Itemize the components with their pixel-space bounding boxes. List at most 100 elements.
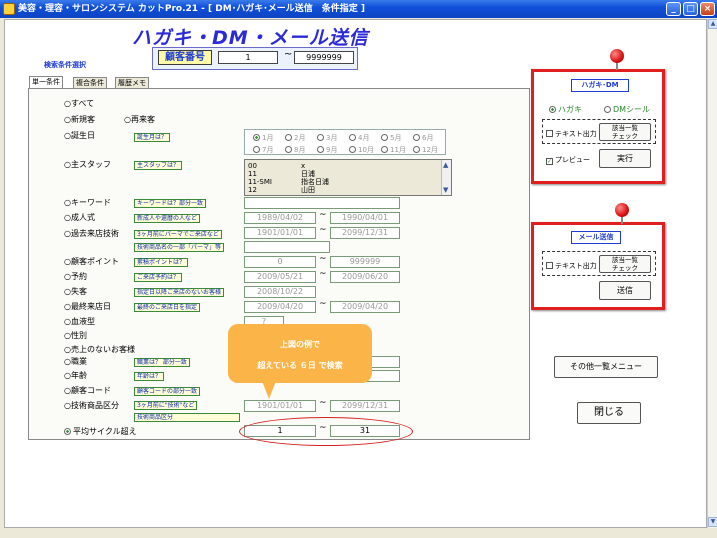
radio-staff[interactable]: ○主スタッフ <box>64 160 111 170</box>
list-item[interactable]: 指名日浦 <box>301 178 329 186</box>
adult-from-input[interactable]: 1989/04/02 <box>244 212 316 224</box>
staff-list[interactable]: 00 x 11 日浦 11-SMI 指名日浦 12 山田 <box>244 159 452 196</box>
other-menu-button[interactable]: その他一覧メニュー <box>554 356 658 378</box>
keyword-tag: キーワードは？部分一致 <box>134 199 207 208</box>
radio-code[interactable]: ○顧客コード <box>64 386 111 396</box>
radio-blood[interactable]: ○血液型 <box>64 317 95 327</box>
opt-postcard[interactable]: ハガキ <box>549 104 582 115</box>
radio-adult[interactable]: ○成人式 <box>64 213 95 223</box>
vertical-scrollbar[interactable]: ▲ ▼ <box>707 19 717 528</box>
reserve-tilde: ~ <box>319 269 327 279</box>
radio-no-sales[interactable]: ○売上のないお客様 <box>64 345 135 355</box>
month-selector[interactable]: 1月 2月 3月 4月 5月 6月 7月 8月 9月 10月 11月 12月 <box>244 129 446 155</box>
run-button[interactable]: 実行 <box>599 149 651 168</box>
postcard-text-output[interactable]: テキスト出力 <box>546 129 597 139</box>
highlight-ellipse <box>239 417 413 446</box>
send-button[interactable]: 送信 <box>599 281 651 300</box>
maximize-button[interactable]: □ <box>683 2 698 16</box>
tech-cat-to-input[interactable]: 2099/12/31 <box>330 400 400 412</box>
radio-points[interactable]: ○顧客ポイント <box>64 257 119 267</box>
points-to-input[interactable]: 999999 <box>330 256 400 268</box>
mail-check-button[interactable]: 該当一覧 チェック <box>599 255 651 273</box>
radio-job[interactable]: ○職業 <box>64 357 87 367</box>
tech-name-tag: 技術商品名の一部「パーマ」等 <box>134 243 225 252</box>
radio-past-tech[interactable]: ○過去来店技術 <box>64 229 119 239</box>
postcard-check-button[interactable]: 該当一覧 チェック <box>599 123 651 141</box>
scroll-up-icon[interactable]: ▲ <box>708 19 717 29</box>
title-bar: 美容・理容・サロンシステム カットPro.21 - [ DM･ハガキ･メール送信… <box>0 0 717 18</box>
cycle-label: 平均サイクル超え <box>73 427 137 436</box>
radio-reserve[interactable]: ○予約 <box>64 272 87 282</box>
scroll-up-icon[interactable]: ▲ <box>443 161 448 169</box>
scroll-down-icon[interactable]: ▼ <box>443 186 448 194</box>
postcard-preview[interactable]: ✓ プレビュー <box>546 155 590 165</box>
month-8[interactable]: 8月 <box>285 145 305 155</box>
last-from-input[interactable]: 2009/04/20 <box>244 301 316 313</box>
cycle-radio-icon[interactable] <box>64 428 71 435</box>
month-2[interactable]: 2月 <box>285 133 305 143</box>
list-item[interactable]: 00 <box>248 162 257 170</box>
list-item[interactable]: x <box>301 162 305 170</box>
radio-all[interactable]: ○すべて <box>64 99 94 109</box>
reserve-tag: ご来店予約は？ <box>134 273 183 282</box>
radio-age[interactable]: ○年齢 <box>64 371 87 381</box>
opt-dm-sticker[interactable]: DMシール <box>604 104 650 115</box>
status-bar <box>0 528 717 538</box>
tech-cat-from-input[interactable]: 1901/01/01 <box>244 400 316 412</box>
customer-from-input[interactable]: 1 <box>218 51 278 64</box>
month-5[interactable]: 5月 <box>381 133 401 143</box>
mail-title: メール送信 <box>571 231 621 244</box>
last-visit-tag: 最終のご来店日を指定 <box>134 303 201 312</box>
radio-repeat[interactable]: ○再来客 <box>124 115 155 125</box>
radio-tech-cat[interactable]: ○技術商品区分 <box>64 401 119 411</box>
month-9[interactable]: 9月 <box>317 145 337 155</box>
scroll-down-icon[interactable]: ▼ <box>708 517 717 527</box>
past-from-input[interactable]: 1901/01/01 <box>244 227 316 239</box>
reserve-to-input[interactable]: 2009/06/20 <box>330 271 400 283</box>
radio-lost[interactable]: ○失客 <box>64 287 87 297</box>
points-from-input[interactable]: 0 <box>244 256 316 268</box>
close-button[interactable]: 閉じる <box>577 402 641 424</box>
staff-tag: 主スタッフは？ <box>134 161 183 170</box>
month-10[interactable]: 10月 <box>349 145 374 155</box>
age-tag: 年齢は？ <box>134 372 165 381</box>
radio-gender[interactable]: ○性別 <box>64 331 87 341</box>
reserve-from-input[interactable]: 2009/05/21 <box>244 271 316 283</box>
adult-tag: 新成人や還暦の人など <box>134 214 201 223</box>
keyword-input[interactable] <box>244 197 400 209</box>
month-7[interactable]: 7月 <box>253 145 273 155</box>
lost-date-input[interactable]: 2008/10/22 <box>244 286 316 298</box>
tech-cat-tilde: ~ <box>319 398 327 408</box>
lost-tag: 指定日以降ご来店のないお客様 <box>134 288 225 297</box>
month-1[interactable]: 1月 <box>253 133 273 143</box>
radio-cycle[interactable]: 平均サイクル超え <box>64 427 137 437</box>
month-3[interactable]: 3月 <box>317 133 337 143</box>
list-item[interactable]: 12 <box>248 186 257 194</box>
close-window-button[interactable]: × <box>700 2 715 16</box>
month-11[interactable]: 11月 <box>381 145 406 155</box>
list-item[interactable]: 11 <box>248 170 257 178</box>
app-icon <box>3 3 15 15</box>
past-to-input[interactable]: 2099/12/31 <box>330 227 400 239</box>
adult-to-input[interactable]: 1990/04/01 <box>330 212 400 224</box>
staff-scrollbar[interactable]: ▲ ▼ <box>441 160 451 195</box>
customer-to-input[interactable]: 9999999 <box>294 51 354 64</box>
mail-text-output[interactable]: テキスト出力 <box>546 261 597 271</box>
window-title: 美容・理容・サロンシステム カットPro.21 - [ DM･ハガキ･メール送信… <box>18 4 365 14</box>
past-tech-tag: 3ヶ月前にパーマでご来店など <box>134 230 222 239</box>
radio-birthday[interactable]: ○誕生日 <box>64 131 95 141</box>
month-4[interactable]: 4月 <box>349 133 369 143</box>
tech-name-input[interactable] <box>244 241 330 253</box>
adult-tilde: ~ <box>319 210 327 220</box>
month-12[interactable]: 12月 <box>413 145 438 155</box>
month-6[interactable]: 6月 <box>413 133 433 143</box>
radio-keyword[interactable]: ○キーワード <box>64 198 111 208</box>
list-item[interactable]: 11-SMI <box>248 178 272 186</box>
callout-tail <box>262 381 276 399</box>
radio-new[interactable]: ○新規客 <box>64 115 95 125</box>
minimize-button[interactable]: _ <box>666 2 681 16</box>
list-item[interactable]: 山田 <box>301 186 315 194</box>
list-item[interactable]: 日浦 <box>301 170 315 178</box>
last-to-input[interactable]: 2009/04/20 <box>330 301 400 313</box>
radio-last-visit[interactable]: ○最終来店日 <box>64 302 111 312</box>
